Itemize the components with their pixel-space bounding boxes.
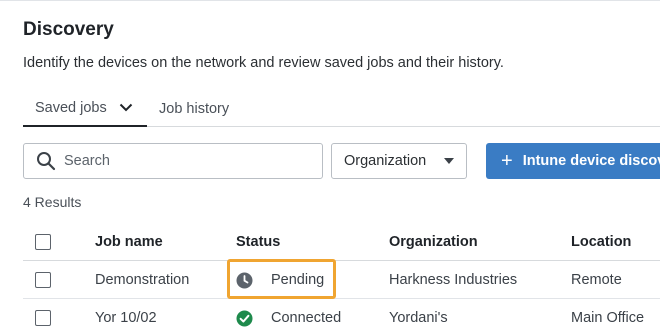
location-cell: Remote — [571, 272, 622, 288]
check-circle-icon — [236, 310, 253, 327]
search-icon — [36, 151, 56, 171]
tab-job-history-label: Job history — [159, 100, 230, 117]
row-checkbox[interactable] — [35, 272, 51, 288]
row-checkbox[interactable] — [35, 310, 51, 326]
tab-saved-jobs-label: Saved jobs — [35, 99, 107, 116]
plus-icon: + — [501, 150, 513, 172]
page-description: Identify the devices on the network and … — [23, 55, 504, 71]
status-label: Connected — [271, 310, 342, 326]
status-cell: Connected — [236, 299, 341, 335]
results-count: 4 Results — [23, 194, 82, 210]
organization-cell: Yordani's — [389, 310, 448, 326]
organization-cell: Harkness Industries — [389, 272, 518, 288]
search-input[interactable] — [64, 153, 304, 169]
table-row[interactable]: Demonstration Pending Harkness Industrie… — [23, 261, 660, 299]
select-all-checkbox[interactable] — [35, 234, 51, 250]
page-title: Discovery — [23, 19, 114, 40]
column-header-location[interactable]: Location — [571, 223, 631, 261]
caret-down-icon — [444, 158, 454, 164]
top-divider — [0, 0, 660, 1]
column-header-job-name[interactable]: Job name — [95, 223, 163, 261]
tab-job-history[interactable]: Job history — [159, 90, 229, 127]
tab-saved-jobs[interactable]: Saved jobs — [23, 90, 147, 127]
jobs-table: Job name Status Organization Location De… — [23, 223, 660, 335]
search-box[interactable] — [23, 143, 323, 179]
column-header-status[interactable]: Status — [236, 223, 280, 261]
organization-select-label: Organization — [344, 153, 427, 169]
column-header-organization[interactable]: Organization — [389, 223, 478, 261]
intune-device-discovery-button[interactable]: + Intune device discov — [486, 143, 660, 179]
table-header-row: Job name Status Organization Location — [23, 223, 660, 261]
table-row[interactable]: Yor 10/02 Connected Yordani's Main Offic… — [23, 299, 660, 335]
status-label: Pending — [271, 272, 325, 288]
clock-icon — [236, 272, 253, 289]
status-cell: Pending — [236, 261, 324, 299]
location-cell: Main Office — [571, 310, 645, 326]
tab-bar: Saved jobs Job history — [23, 90, 660, 127]
job-name-cell[interactable]: Yor 10/02 — [95, 299, 157, 335]
organization-select[interactable]: Organization — [331, 143, 467, 179]
intune-device-discovery-button-label: Intune device discov — [522, 153, 660, 169]
job-name-cell[interactable]: Demonstration — [95, 261, 189, 299]
chevron-down-icon[interactable] — [119, 103, 133, 112]
